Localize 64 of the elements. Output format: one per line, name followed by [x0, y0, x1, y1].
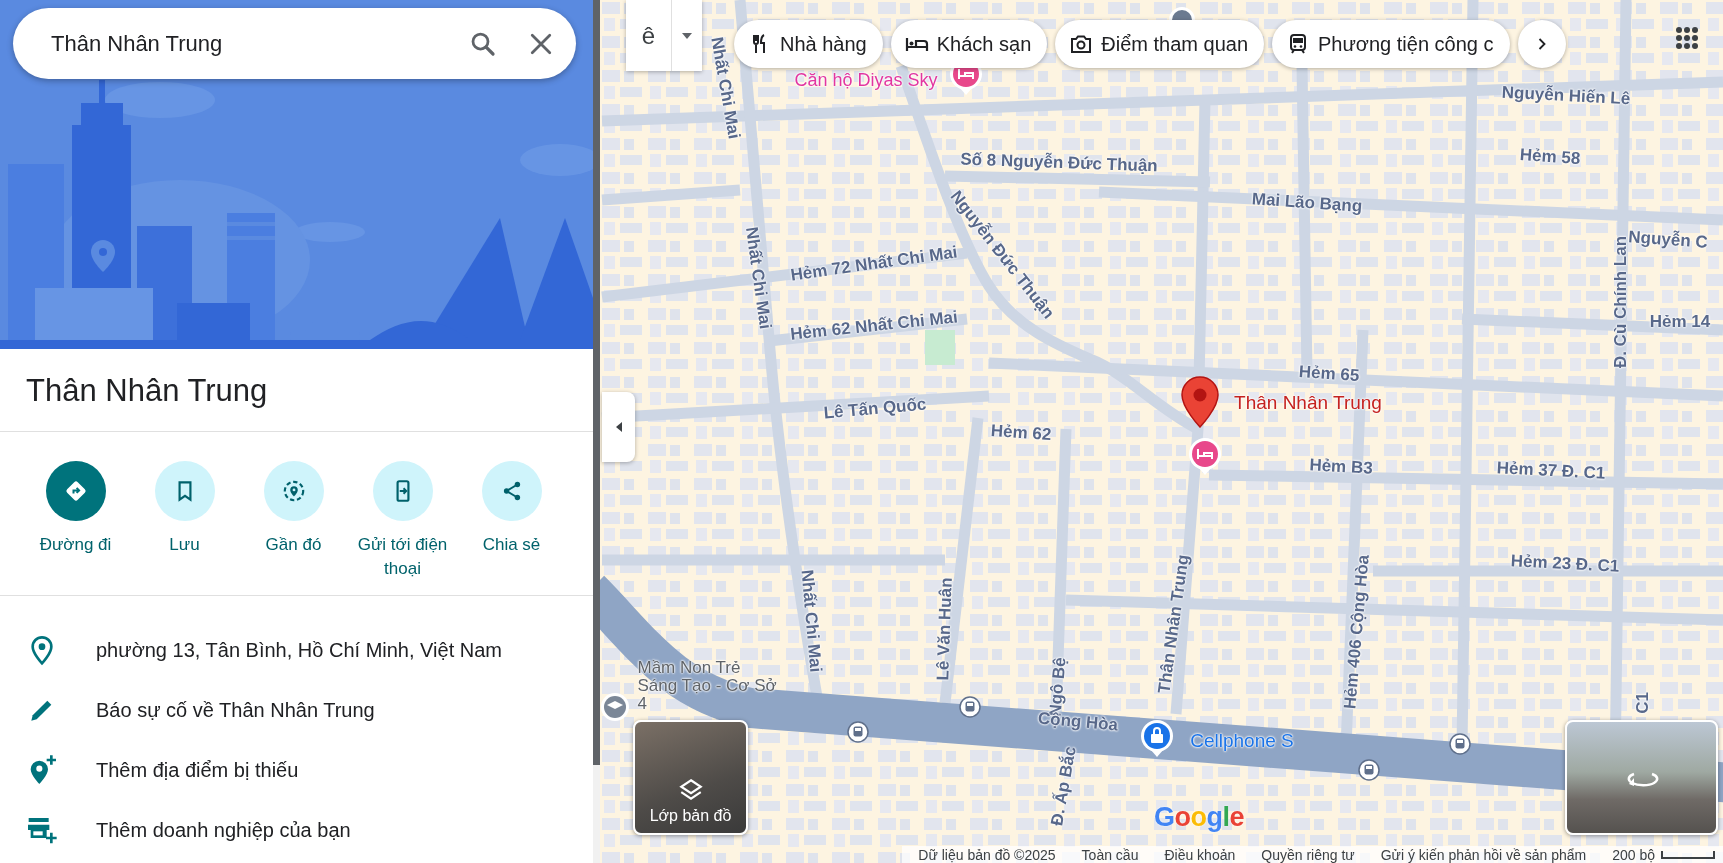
street-view-button[interactable]	[1565, 720, 1718, 835]
hotel-marker-icon	[1188, 438, 1222, 476]
school-marker-icon	[600, 692, 630, 722]
apps-button[interactable]	[1673, 24, 1701, 52]
street-label: Hẻm 23 Đ. C1	[1510, 551, 1620, 577]
info-item[interactable]: Báo sự cố về Thân Nhân Trung	[0, 680, 593, 740]
place-label[interactable]: Thân Nhân Trung	[1234, 393, 1382, 413]
street-label: C1	[1633, 692, 1653, 714]
street-label: Hẻm B3	[1308, 455, 1374, 479]
action-button[interactable]: Chia sẻ	[457, 461, 566, 581]
scale-bar	[1661, 850, 1715, 859]
street-label: Đ. Ấp Bắc	[1047, 744, 1081, 828]
caret-left-icon	[614, 421, 623, 433]
map-data-credit: Dữ liệu bản đồ ©2025	[918, 846, 1056, 863]
footer-link[interactable]: Điều khoản	[1164, 846, 1236, 863]
scale-label[interactable]: 200 bộ	[1612, 846, 1655, 863]
street-label: Hẻm 406 Cộng Hòa	[1340, 553, 1374, 711]
street-label: Đ. Cù Chính Lan	[1611, 235, 1630, 369]
category-chip[interactable]: Nhà hàng	[734, 20, 883, 68]
street-label: Số 8 Nguyễn Đức Thuận	[960, 149, 1158, 177]
caret-down-icon	[681, 31, 693, 40]
place-label[interactable]: Căn hộ Diyas Sky	[794, 70, 938, 90]
street-label: Hẻm 62	[990, 420, 1052, 446]
scrollbar[interactable]	[593, 0, 600, 765]
search-field[interactable]: Thân Nhân Trung	[49, 29, 444, 58]
category-chip[interactable]: Khách sạn	[890, 20, 1048, 68]
street-label: Thân Nhân Trung	[1154, 553, 1194, 695]
bus-stop-icon	[959, 696, 981, 718]
apps-grid-icon	[1675, 26, 1699, 50]
street-label: Hẻm 37 Đ. C1	[1496, 458, 1606, 484]
category-chip[interactable]: Phương tiện công c	[1272, 20, 1510, 68]
street-label: Hẻm 14	[1649, 312, 1711, 332]
footer-link[interactable]: Quyền riêng tư	[1261, 846, 1355, 863]
street-label: Nguyễn C	[1627, 227, 1709, 253]
info-item[interactable]: Thêm địa điểm bị thiếu	[0, 740, 593, 800]
street-label: Hẻm 62 Nhất Chi Mai	[789, 307, 959, 345]
info-item[interactable]: Thêm doanh nghiệp của bạn	[0, 800, 593, 860]
chevron-right-icon	[1536, 36, 1547, 52]
category-chip[interactable]: Điểm tham quan	[1055, 20, 1264, 68]
street-label: Lê Tấn Quốc	[822, 394, 928, 424]
location-pin-icon	[1180, 376, 1220, 428]
street-label: Hẻm 58	[1519, 144, 1581, 170]
action-button[interactable]: Lưu	[130, 461, 239, 581]
street-label: Hẻm 65	[1298, 361, 1360, 387]
action-button[interactable]: Đường đi	[21, 461, 130, 581]
action-button[interactable]: Gửi tới điện thoại	[348, 461, 457, 581]
input-tool-button[interactable]: ê	[626, 0, 672, 71]
footer-link[interactable]: Gửi ý kiến phản hồi về sản phẩm	[1380, 846, 1587, 863]
search-box[interactable]: Thân Nhân Trung	[13, 8, 576, 79]
street-label: Hẻm 72 Nhất Chi Mai	[789, 242, 959, 286]
bus-stop-icon	[1449, 733, 1471, 755]
bus-stop-icon	[847, 721, 869, 743]
action-button[interactable]: Gần đó	[239, 461, 348, 581]
street-label: Nhất Chi Mai	[796, 568, 826, 674]
street-label: Nhất Chi Mai	[740, 225, 776, 331]
bus-stop-icon	[1358, 759, 1380, 781]
street-label: Lê Văn Huân	[933, 577, 957, 681]
street-label: Nguyễn Hiến Lê	[1501, 82, 1631, 110]
layers-button[interactable]: Lớp bản đồ	[633, 720, 748, 835]
street-label: Mai Lão Bạng	[1251, 189, 1363, 217]
google-logo: Google	[1154, 802, 1245, 833]
layers-icon	[677, 777, 704, 803]
info-item[interactable]: phường 13, Tân Bình, Hồ Chí Minh, Việt Nam	[0, 620, 593, 680]
footer-link[interactable]: Toàn cầu	[1081, 846, 1139, 863]
